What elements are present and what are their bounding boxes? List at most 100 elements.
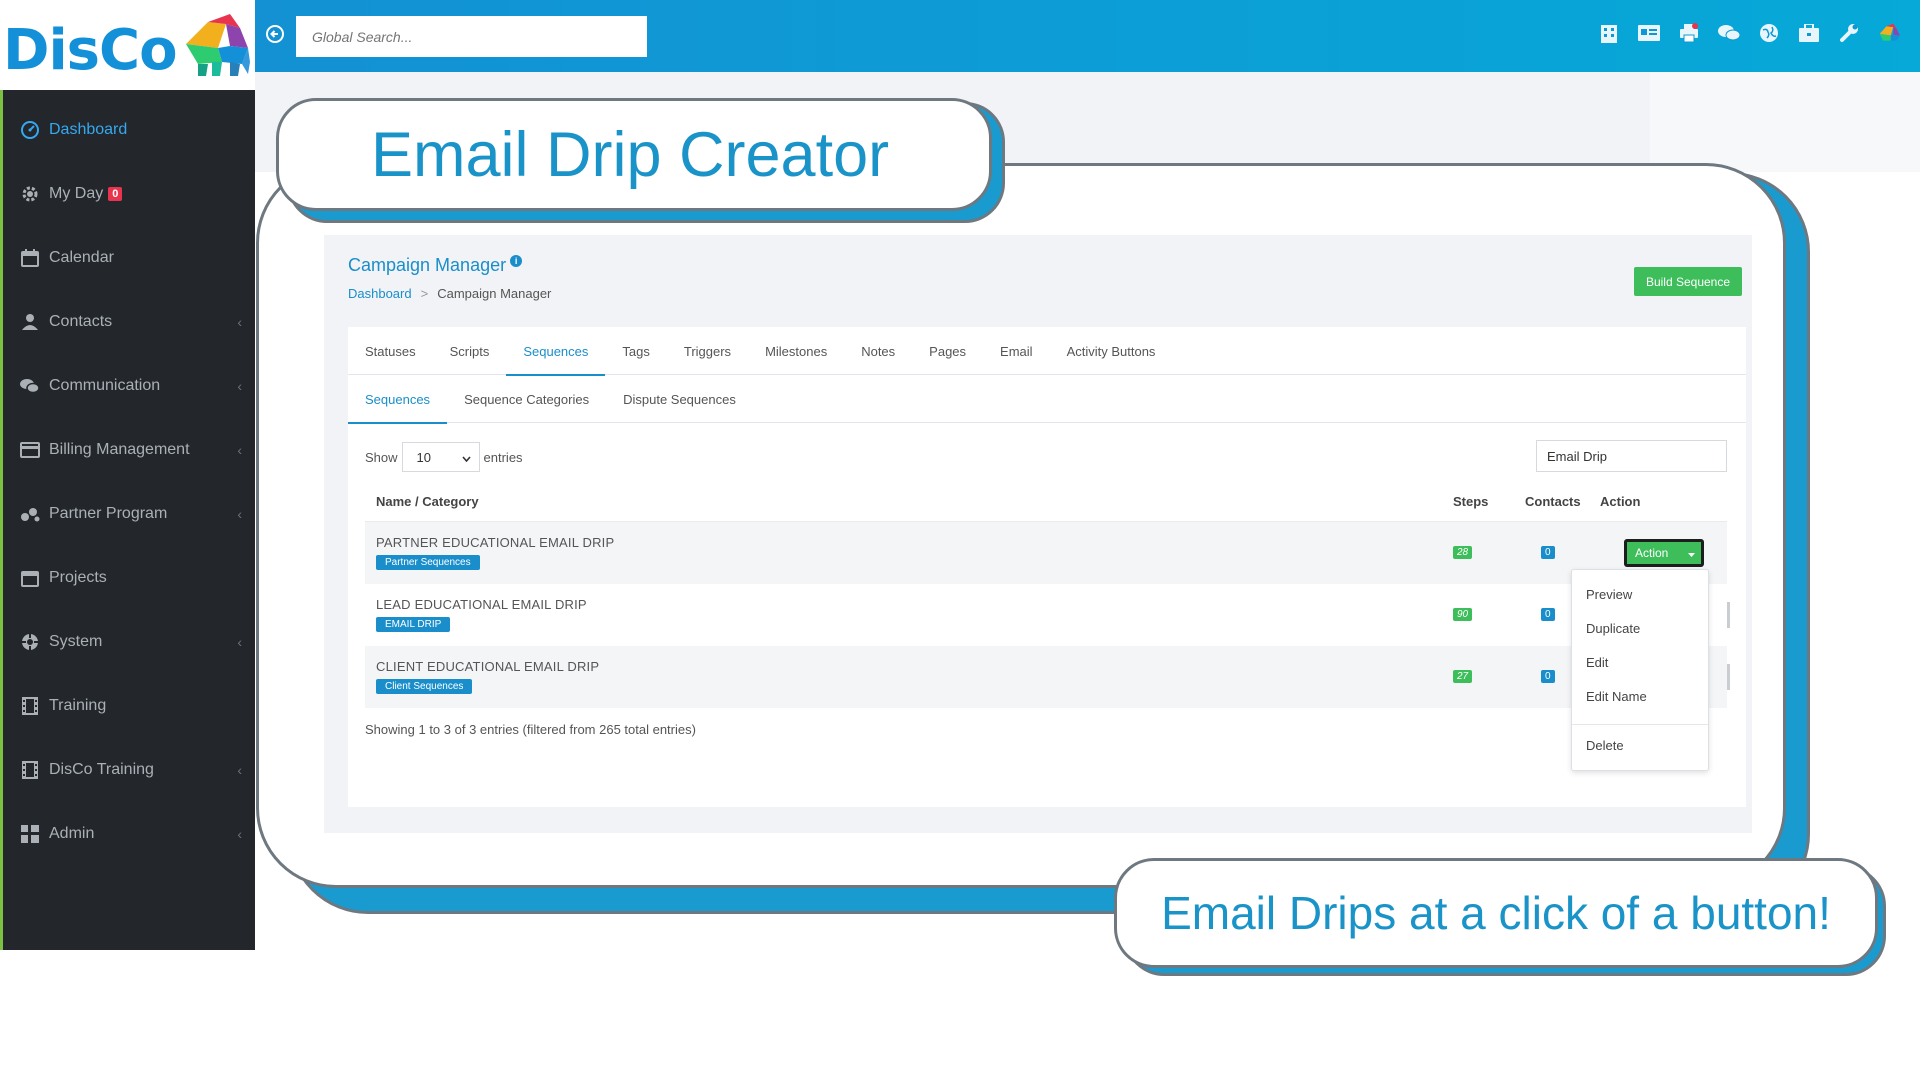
action-button-edge[interactable] xyxy=(1727,602,1730,628)
tab-scripts[interactable]: Scripts xyxy=(433,327,507,375)
sidebar-item-label: Dashboard xyxy=(49,121,128,138)
sidebar-item-projects[interactable]: Projects xyxy=(3,546,258,610)
avatar-icon[interactable] xyxy=(1878,22,1900,44)
id-card-icon[interactable] xyxy=(1638,22,1660,44)
sidebar-item-training[interactable]: Training xyxy=(3,674,258,738)
column-name-category[interactable]: Name / Category xyxy=(376,494,479,509)
action-button-label: Action xyxy=(1635,546,1669,560)
sidebar-item-communication[interactable]: Communication ‹ xyxy=(3,354,258,418)
sequence-name[interactable]: PARTNER EDUCATIONAL EMAIL DRIP xyxy=(376,535,614,550)
my-day-count-badge: 0 xyxy=(108,187,123,201)
wrench-icon[interactable] xyxy=(1838,22,1860,44)
chevron-down-icon xyxy=(461,450,471,465)
title-callout: Email Drip Creator xyxy=(276,98,992,211)
credit-card-icon xyxy=(19,439,41,461)
menu-item-duplicate[interactable]: Duplicate xyxy=(1586,621,1640,636)
menu-item-delete[interactable]: Delete xyxy=(1586,738,1624,753)
tab-activity-buttons[interactable]: Activity Buttons xyxy=(1050,327,1173,375)
printer-icon[interactable] xyxy=(1678,22,1700,44)
show-label: Show xyxy=(365,449,398,465)
callout-subtitle: Email Drips at a click of a button! xyxy=(1161,887,1831,939)
action-button-edge[interactable] xyxy=(1727,664,1730,690)
app-root: Dashboard My Day 0 Calendar Contacts ‹ C… xyxy=(0,0,1920,1080)
sidebar-item-label: DisCo Training xyxy=(49,761,154,778)
steps-badge: 90 xyxy=(1453,608,1473,621)
primary-tabs: Statuses Scripts Sequences Tags Triggers… xyxy=(348,327,1746,376)
menu-divider xyxy=(1572,724,1708,725)
entries-select-value: 10 xyxy=(416,449,431,465)
tab-pages[interactable]: Pages xyxy=(912,327,983,375)
chevron-left-icon: ‹ xyxy=(237,762,242,778)
steps-badge: 28 xyxy=(1453,546,1473,559)
menu-item-edit[interactable]: Edit xyxy=(1586,655,1608,670)
logo-text: DisCo xyxy=(3,18,178,83)
subtab-sequence-categories[interactable]: Sequence Categories xyxy=(447,375,606,423)
subtab-dispute-sequences[interactable]: Dispute Sequences xyxy=(606,375,753,423)
sidebar-item-admin[interactable]: Admin ‹ xyxy=(3,802,258,866)
tab-triggers[interactable]: Triggers xyxy=(667,327,748,375)
chevron-left-icon: ‹ xyxy=(237,826,242,842)
sequences-table: Name / Category Steps Contacts Action PA… xyxy=(365,480,1730,708)
breadcrumb-current: Campaign Manager xyxy=(437,286,552,301)
sidebar-nav: Dashboard My Day 0 Calendar Contacts ‹ C… xyxy=(3,98,258,866)
calendar-icon xyxy=(19,247,41,269)
tab-statuses[interactable]: Statuses xyxy=(348,327,433,375)
back-arrow-icon[interactable] xyxy=(265,24,287,46)
tab-email[interactable]: Email xyxy=(983,327,1050,375)
sidebar-item-label: Billing Management xyxy=(49,441,190,458)
build-sequence-button[interactable]: Build Sequence xyxy=(1634,267,1742,296)
briefcase-icon[interactable] xyxy=(1798,22,1820,44)
page-title-text: Campaign Manager xyxy=(348,255,507,275)
page-background-right xyxy=(1650,72,1920,172)
table-row: LEAD EDUCATIONAL EMAIL DRIP EMAIL DRIP 9… xyxy=(365,584,1730,646)
subtab-sequences[interactable]: Sequences xyxy=(348,375,448,424)
sidebar-item-label: My Day xyxy=(49,185,104,202)
entries-select[interactable]: 10 xyxy=(401,442,480,472)
sidebar-item-label: Calendar xyxy=(49,249,114,266)
tab-milestones[interactable]: Milestones xyxy=(748,327,844,375)
logo[interactable]: DisCo xyxy=(0,0,255,90)
menu-item-preview[interactable]: Preview xyxy=(1586,587,1632,602)
sequence-name[interactable]: LEAD EDUCATIONAL EMAIL DRIP xyxy=(376,597,587,612)
column-steps[interactable]: Steps xyxy=(1453,494,1488,509)
folder-icon xyxy=(19,567,41,589)
contacts-badge: 0 xyxy=(1541,670,1555,683)
sidebar-item-label: Communication xyxy=(49,377,161,394)
table-row: CLIENT EDUCATIONAL EMAIL DRIP Client Seq… xyxy=(365,646,1730,708)
callout-title: Email Drip Creator xyxy=(371,119,890,190)
tab-sequences[interactable]: Sequences xyxy=(506,327,606,376)
sidebar-item-calendar[interactable]: Calendar xyxy=(3,226,258,290)
film-icon xyxy=(19,695,41,717)
table-row: PARTNER EDUCATIONAL EMAIL DRIP Partner S… xyxy=(365,522,1727,584)
sidebar-item-billing-management[interactable]: Billing Management ‹ xyxy=(3,418,258,482)
category-badge: Client Sequences xyxy=(376,679,473,694)
comments-icon[interactable] xyxy=(1718,22,1740,44)
sequence-name[interactable]: CLIENT EDUCATIONAL EMAIL DRIP xyxy=(376,659,599,674)
top-bar xyxy=(255,0,1920,72)
breadcrumb-dashboard-link[interactable]: Dashboard xyxy=(348,286,412,301)
chevron-left-icon: ‹ xyxy=(237,378,242,394)
sidebar-item-system[interactable]: System ‹ xyxy=(3,610,258,674)
sidebar-item-dashboard[interactable]: Dashboard xyxy=(3,98,258,162)
category-badge: EMAIL DRIP xyxy=(376,617,451,632)
info-icon[interactable]: i xyxy=(510,255,523,267)
column-contacts[interactable]: Contacts xyxy=(1525,494,1581,509)
global-search-input[interactable] xyxy=(296,16,647,57)
tab-tags[interactable]: Tags xyxy=(605,327,666,375)
action-dropdown-button[interactable]: Action xyxy=(1624,539,1704,567)
caret-down-icon xyxy=(1688,546,1695,560)
sidebar-item-label: Partner Program xyxy=(49,505,168,522)
sidebar-item-disco-training[interactable]: DisCo Training ‹ xyxy=(3,738,258,802)
building-icon[interactable] xyxy=(1598,22,1620,44)
menu-item-edit-name[interactable]: Edit Name xyxy=(1586,689,1647,704)
table-search-input[interactable] xyxy=(1536,440,1727,472)
sidebar-item-contacts[interactable]: Contacts ‹ xyxy=(3,290,258,354)
sidebar-item-label: Admin xyxy=(49,825,95,842)
column-action: Action xyxy=(1600,494,1641,509)
globe-icon[interactable] xyxy=(1758,22,1780,44)
sidebar-item-partner-program[interactable]: Partner Program ‹ xyxy=(3,482,258,546)
tab-notes[interactable]: Notes xyxy=(844,327,912,375)
user-icon xyxy=(19,311,41,333)
sidebar: Dashboard My Day 0 Calendar Contacts ‹ C… xyxy=(0,0,255,950)
sidebar-item-my-day[interactable]: My Day 0 xyxy=(3,162,258,226)
